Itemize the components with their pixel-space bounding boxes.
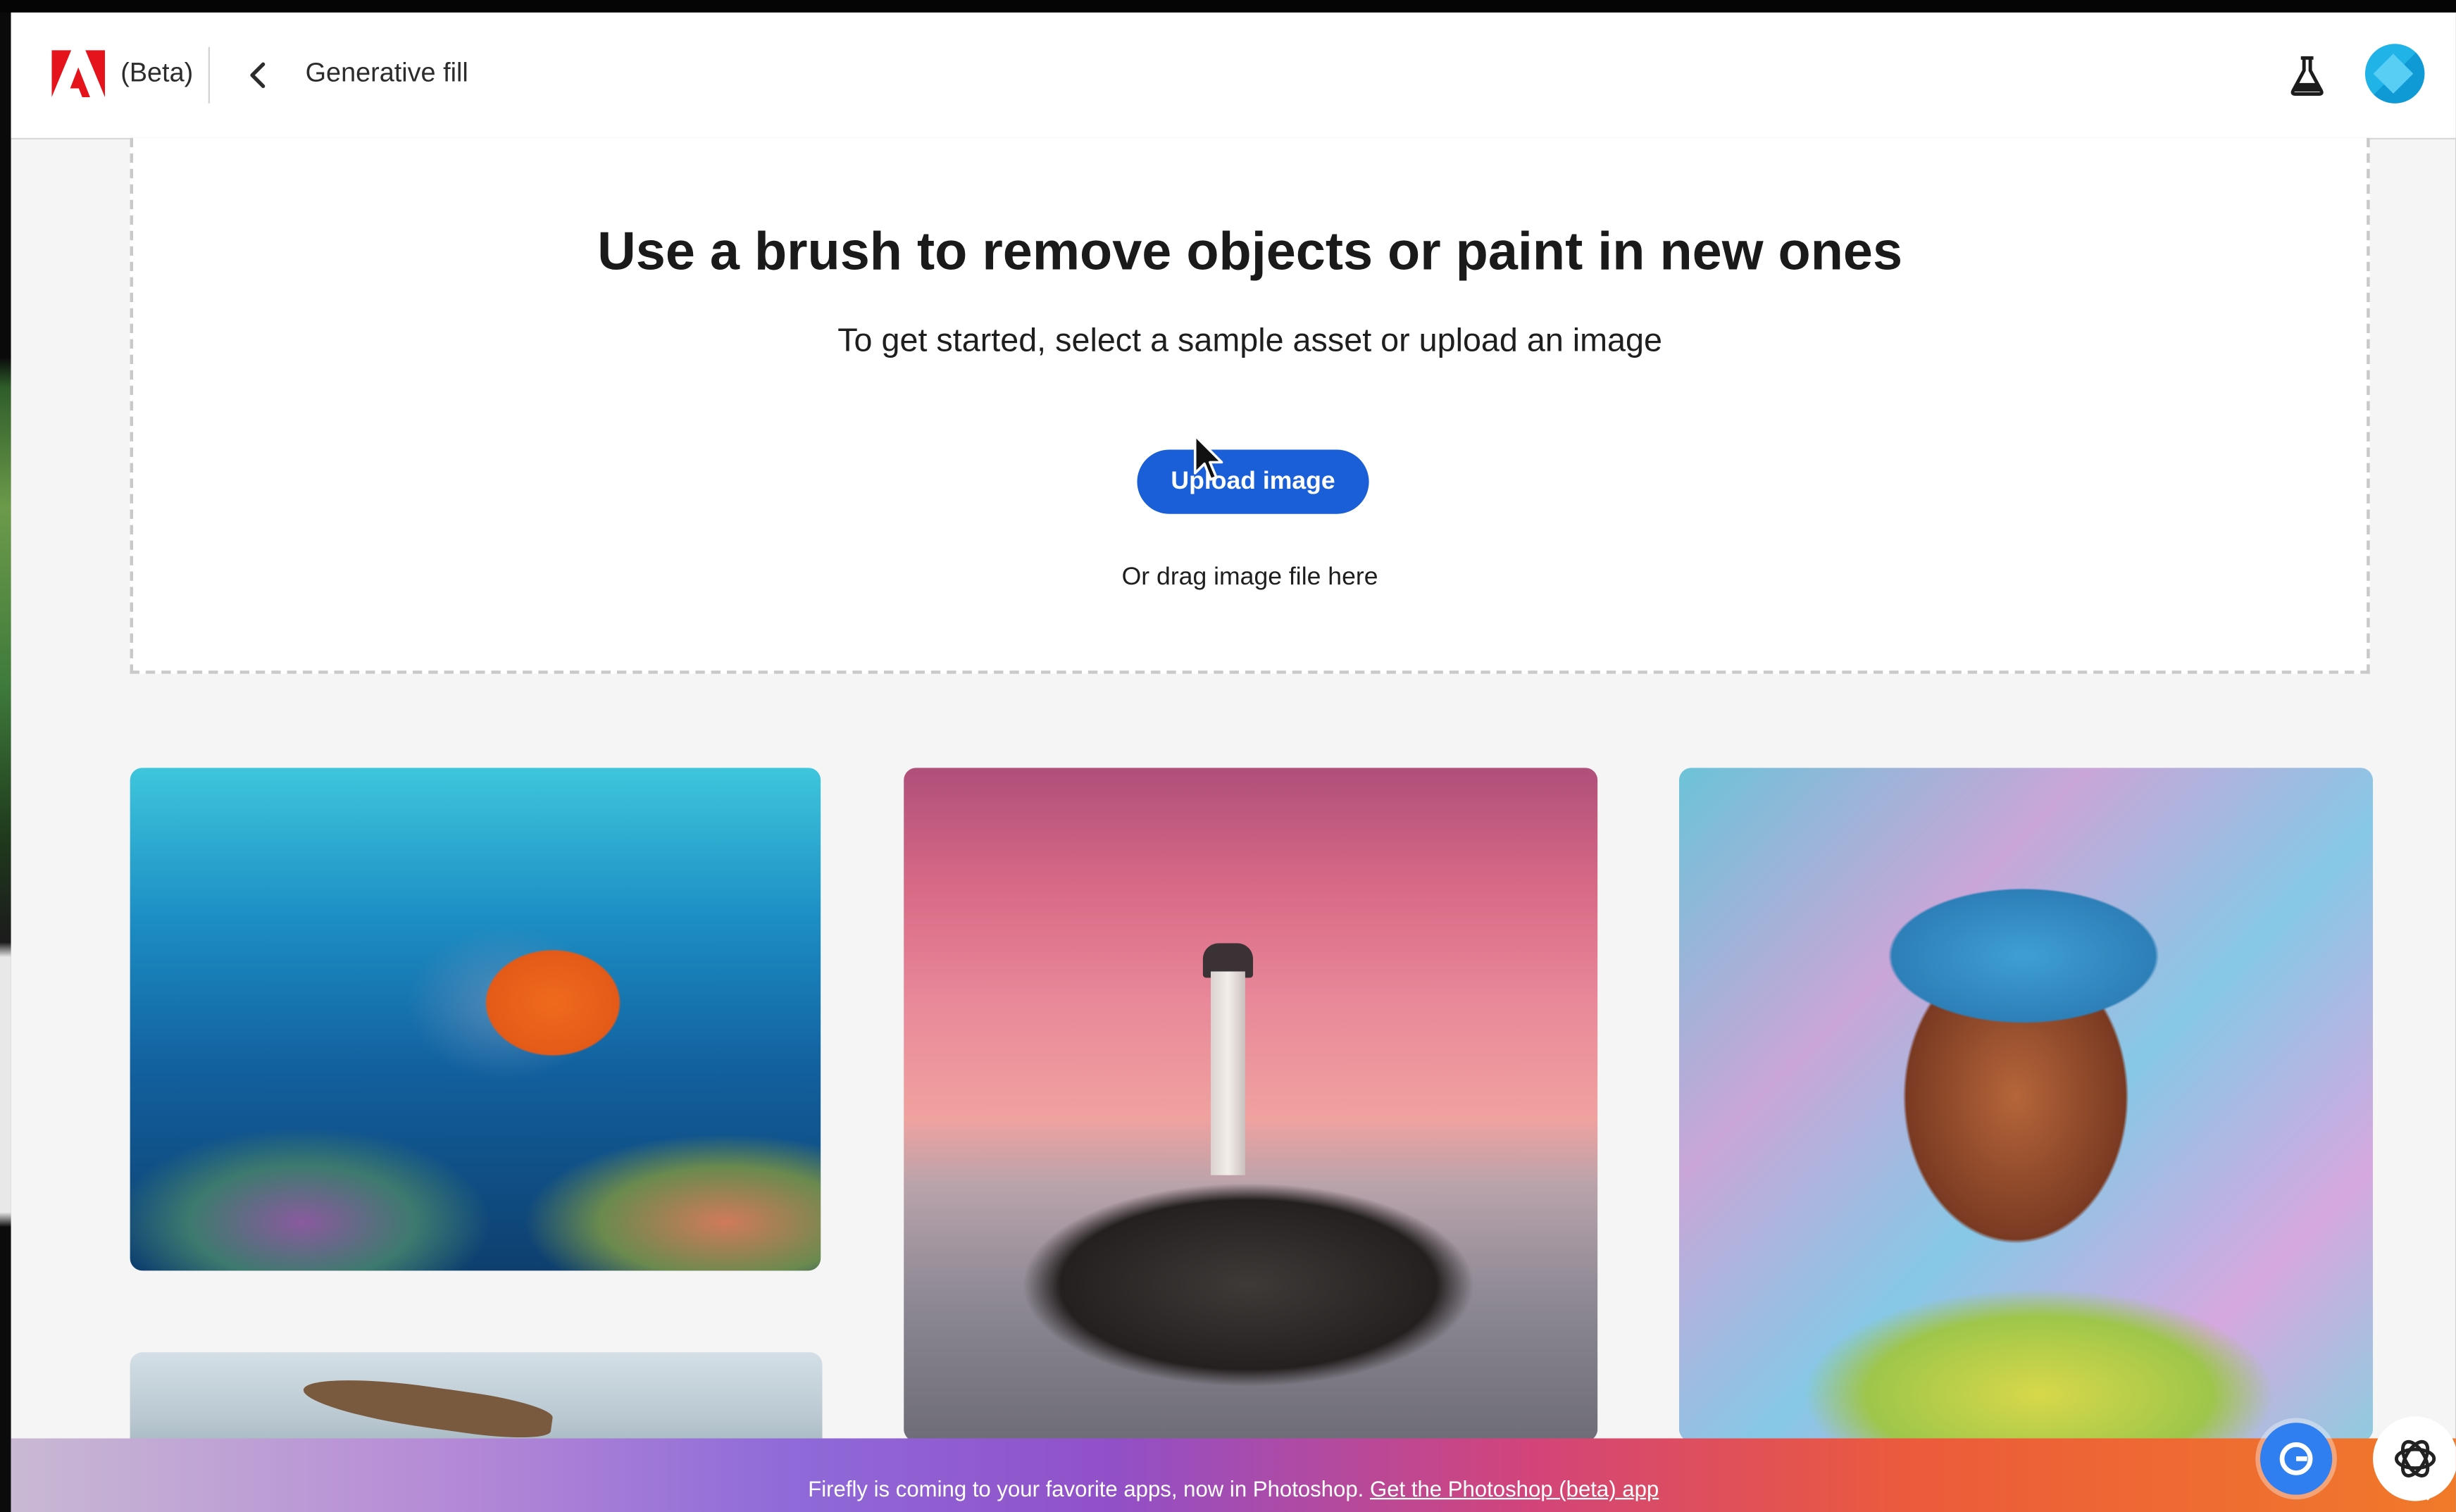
sample-image-lighthouse[interactable] (904, 768, 1598, 1442)
header-divider (208, 46, 210, 104)
banner-message: Firefly is coming to your favorite apps,… (11, 1476, 2456, 1501)
back-button[interactable] (239, 54, 277, 97)
user-avatar[interactable] (2364, 44, 2425, 104)
upload-image-button[interactable]: Upload image (1137, 449, 1369, 514)
chatgpt-glyph-icon (2394, 1439, 2436, 1477)
sample-image-fish[interactable] (130, 768, 821, 1271)
firefly-app: (Beta) Generative fill Use a brush to re… (11, 12, 2456, 1512)
dropzone-heading: Use a brush to remove objects or paint i… (597, 222, 1903, 282)
grammarly-glyph-icon (2279, 1442, 2313, 1475)
promo-banner: Firefly is coming to your favorite apps,… (11, 1438, 2456, 1512)
banner-text: Firefly is coming to your favorite apps,… (808, 1475, 1364, 1501)
screen-left-edge (0, 12, 11, 1512)
grammarly-icon[interactable] (2259, 1423, 2333, 1495)
screen-top-edge (0, 0, 2456, 13)
page-title: Generative fill (305, 58, 468, 88)
adobe-logo-icon[interactable] (51, 50, 105, 97)
lighthouse-tower (1210, 971, 1245, 1175)
screen: (Beta) Generative fill Use a brush to re… (0, 0, 2456, 1512)
upload-dropzone[interactable]: Use a brush to remove objects or paint i… (130, 137, 2370, 674)
chevron-left-icon (250, 62, 266, 89)
beta-label: (Beta) (120, 58, 194, 88)
mouse-cursor-icon (1193, 434, 1223, 481)
top-bar: (Beta) Generative fill (11, 12, 2456, 140)
airplane-shape (300, 1369, 555, 1445)
flask-icon[interactable] (2288, 54, 2326, 97)
sample-image-portrait[interactable] (1678, 768, 2374, 1442)
drag-hint: Or drag image file here (1121, 563, 1378, 591)
get-photoshop-beta-link[interactable]: Get the Photoshop (beta) app (1370, 1476, 1659, 1501)
dropzone-subheading: To get started, select a sample asset or… (837, 323, 1662, 359)
chatgpt-icon[interactable] (2373, 1416, 2456, 1501)
